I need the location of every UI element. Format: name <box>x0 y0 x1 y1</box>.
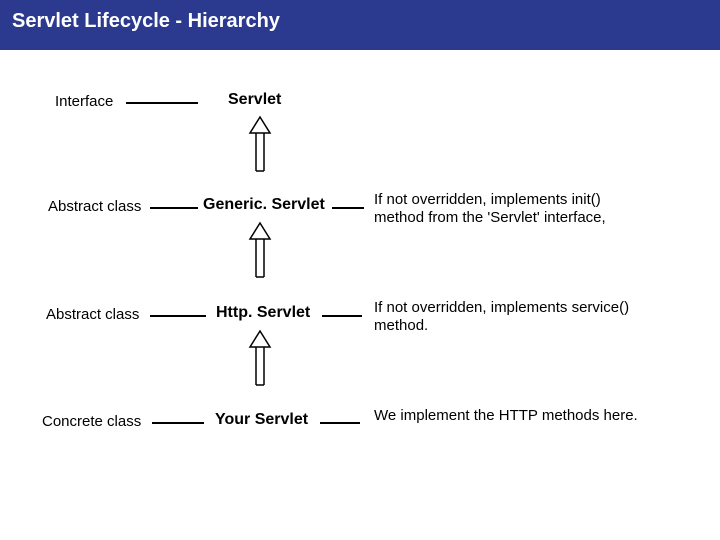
diagram-stage: Interface Servlet Abstract class Generic… <box>0 51 720 531</box>
inheritance-arrow-2 <box>248 221 272 279</box>
type-label-interface: Interface <box>55 93 113 110</box>
inheritance-arrow-3 <box>248 329 272 387</box>
connector-right-4 <box>320 422 360 424</box>
connector-right-2 <box>332 207 364 209</box>
connector-left-3 <box>150 315 206 317</box>
class-servlet: Servlet <box>228 91 281 109</box>
slide-title: Servlet Lifecycle - Hierarchy <box>0 0 720 51</box>
note-your-servlet: We implement the HTTP methods here. <box>374 407 654 425</box>
connector-left-1 <box>126 102 198 104</box>
class-your-servlet: Your Servlet <box>215 411 308 429</box>
type-label-concrete: Concrete class <box>42 413 141 430</box>
class-generic-servlet: Generic. Servlet <box>203 196 325 214</box>
connector-left-2 <box>150 207 198 209</box>
class-http-servlet: Http. Servlet <box>216 304 310 322</box>
connector-left-4 <box>152 422 204 424</box>
slide-title-text: Servlet Lifecycle - Hierarchy <box>12 10 280 32</box>
inheritance-arrow-1 <box>248 115 272 173</box>
note-http-servlet: If not overridden, implements service() … <box>374 299 654 335</box>
note-generic-servlet: If not overridden, implements init() met… <box>374 191 654 227</box>
type-label-abstract-2: Abstract class <box>46 306 139 323</box>
type-label-abstract-1: Abstract class <box>48 198 141 215</box>
connector-right-3 <box>322 315 362 317</box>
